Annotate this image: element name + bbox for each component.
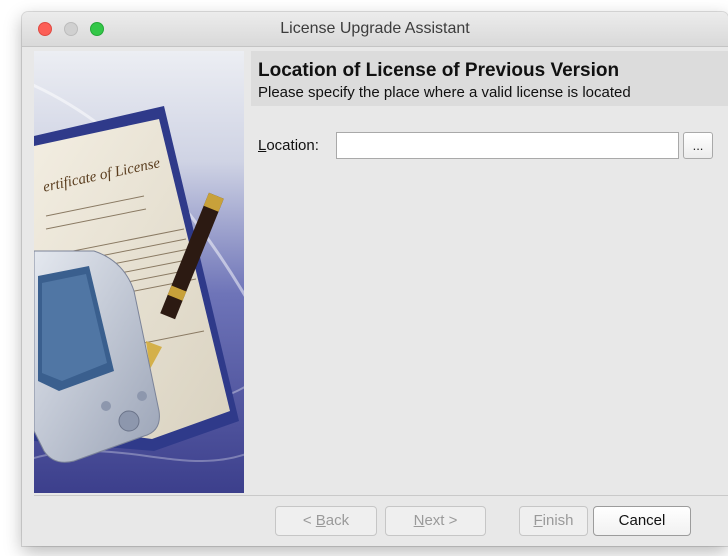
location-label: Location: xyxy=(258,137,319,154)
location-label-text: ocation: xyxy=(266,137,319,154)
cancel-button[interactable]: Cancel xyxy=(593,506,691,536)
title-bar[interactable]: License Upgrade Assistant xyxy=(22,12,728,47)
back-button[interactable]: < Back xyxy=(275,506,377,536)
license-upgrade-window: License Upgrade Assistant ertificate of … xyxy=(22,12,728,546)
back-rest: ack xyxy=(325,512,350,529)
back-mnemonic: B xyxy=(315,512,326,529)
footer-separator xyxy=(34,495,728,496)
certificate-pen-illustration: ertificate of License xyxy=(34,51,244,493)
next-button[interactable]: Next > xyxy=(385,506,486,536)
next-rest: ext > xyxy=(424,512,458,529)
wizard-header: Location of License of Previous Version … xyxy=(251,51,728,106)
window-title: License Upgrade Assistant xyxy=(280,20,470,37)
location-input[interactable] xyxy=(336,132,679,159)
finish-rest: inish xyxy=(542,512,574,529)
wizard-side-image: ertificate of License xyxy=(34,51,244,493)
finish-button[interactable]: Finish xyxy=(519,506,588,536)
page-subtitle: Please specify the place where a valid l… xyxy=(258,84,631,101)
next-mnemonic: N xyxy=(413,512,425,529)
finish-mnemonic: F xyxy=(533,512,543,529)
browse-button[interactable]: ... xyxy=(683,132,713,159)
page-title: Location of License of Previous Version xyxy=(258,60,620,81)
back-prefix: < xyxy=(302,512,316,529)
